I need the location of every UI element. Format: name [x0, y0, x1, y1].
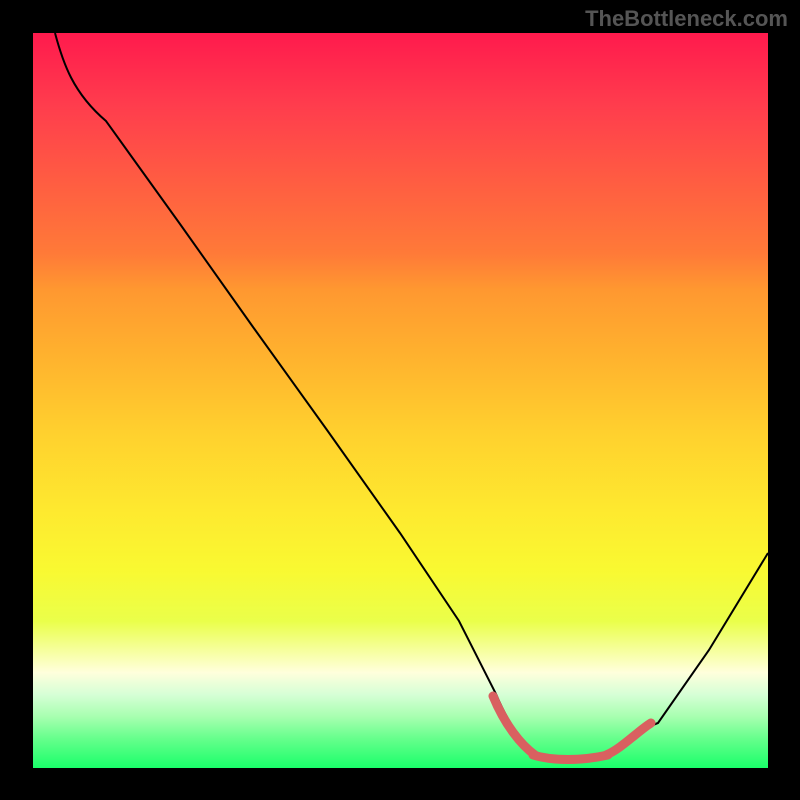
watermark-text: TheBottleneck.com [585, 6, 788, 32]
marker-right-segment [606, 723, 651, 755]
bottleneck-curve-line [55, 33, 768, 759]
chart-overlay [33, 33, 768, 768]
marker-bottom-segment [533, 755, 608, 760]
marker-left-segment [493, 696, 535, 755]
